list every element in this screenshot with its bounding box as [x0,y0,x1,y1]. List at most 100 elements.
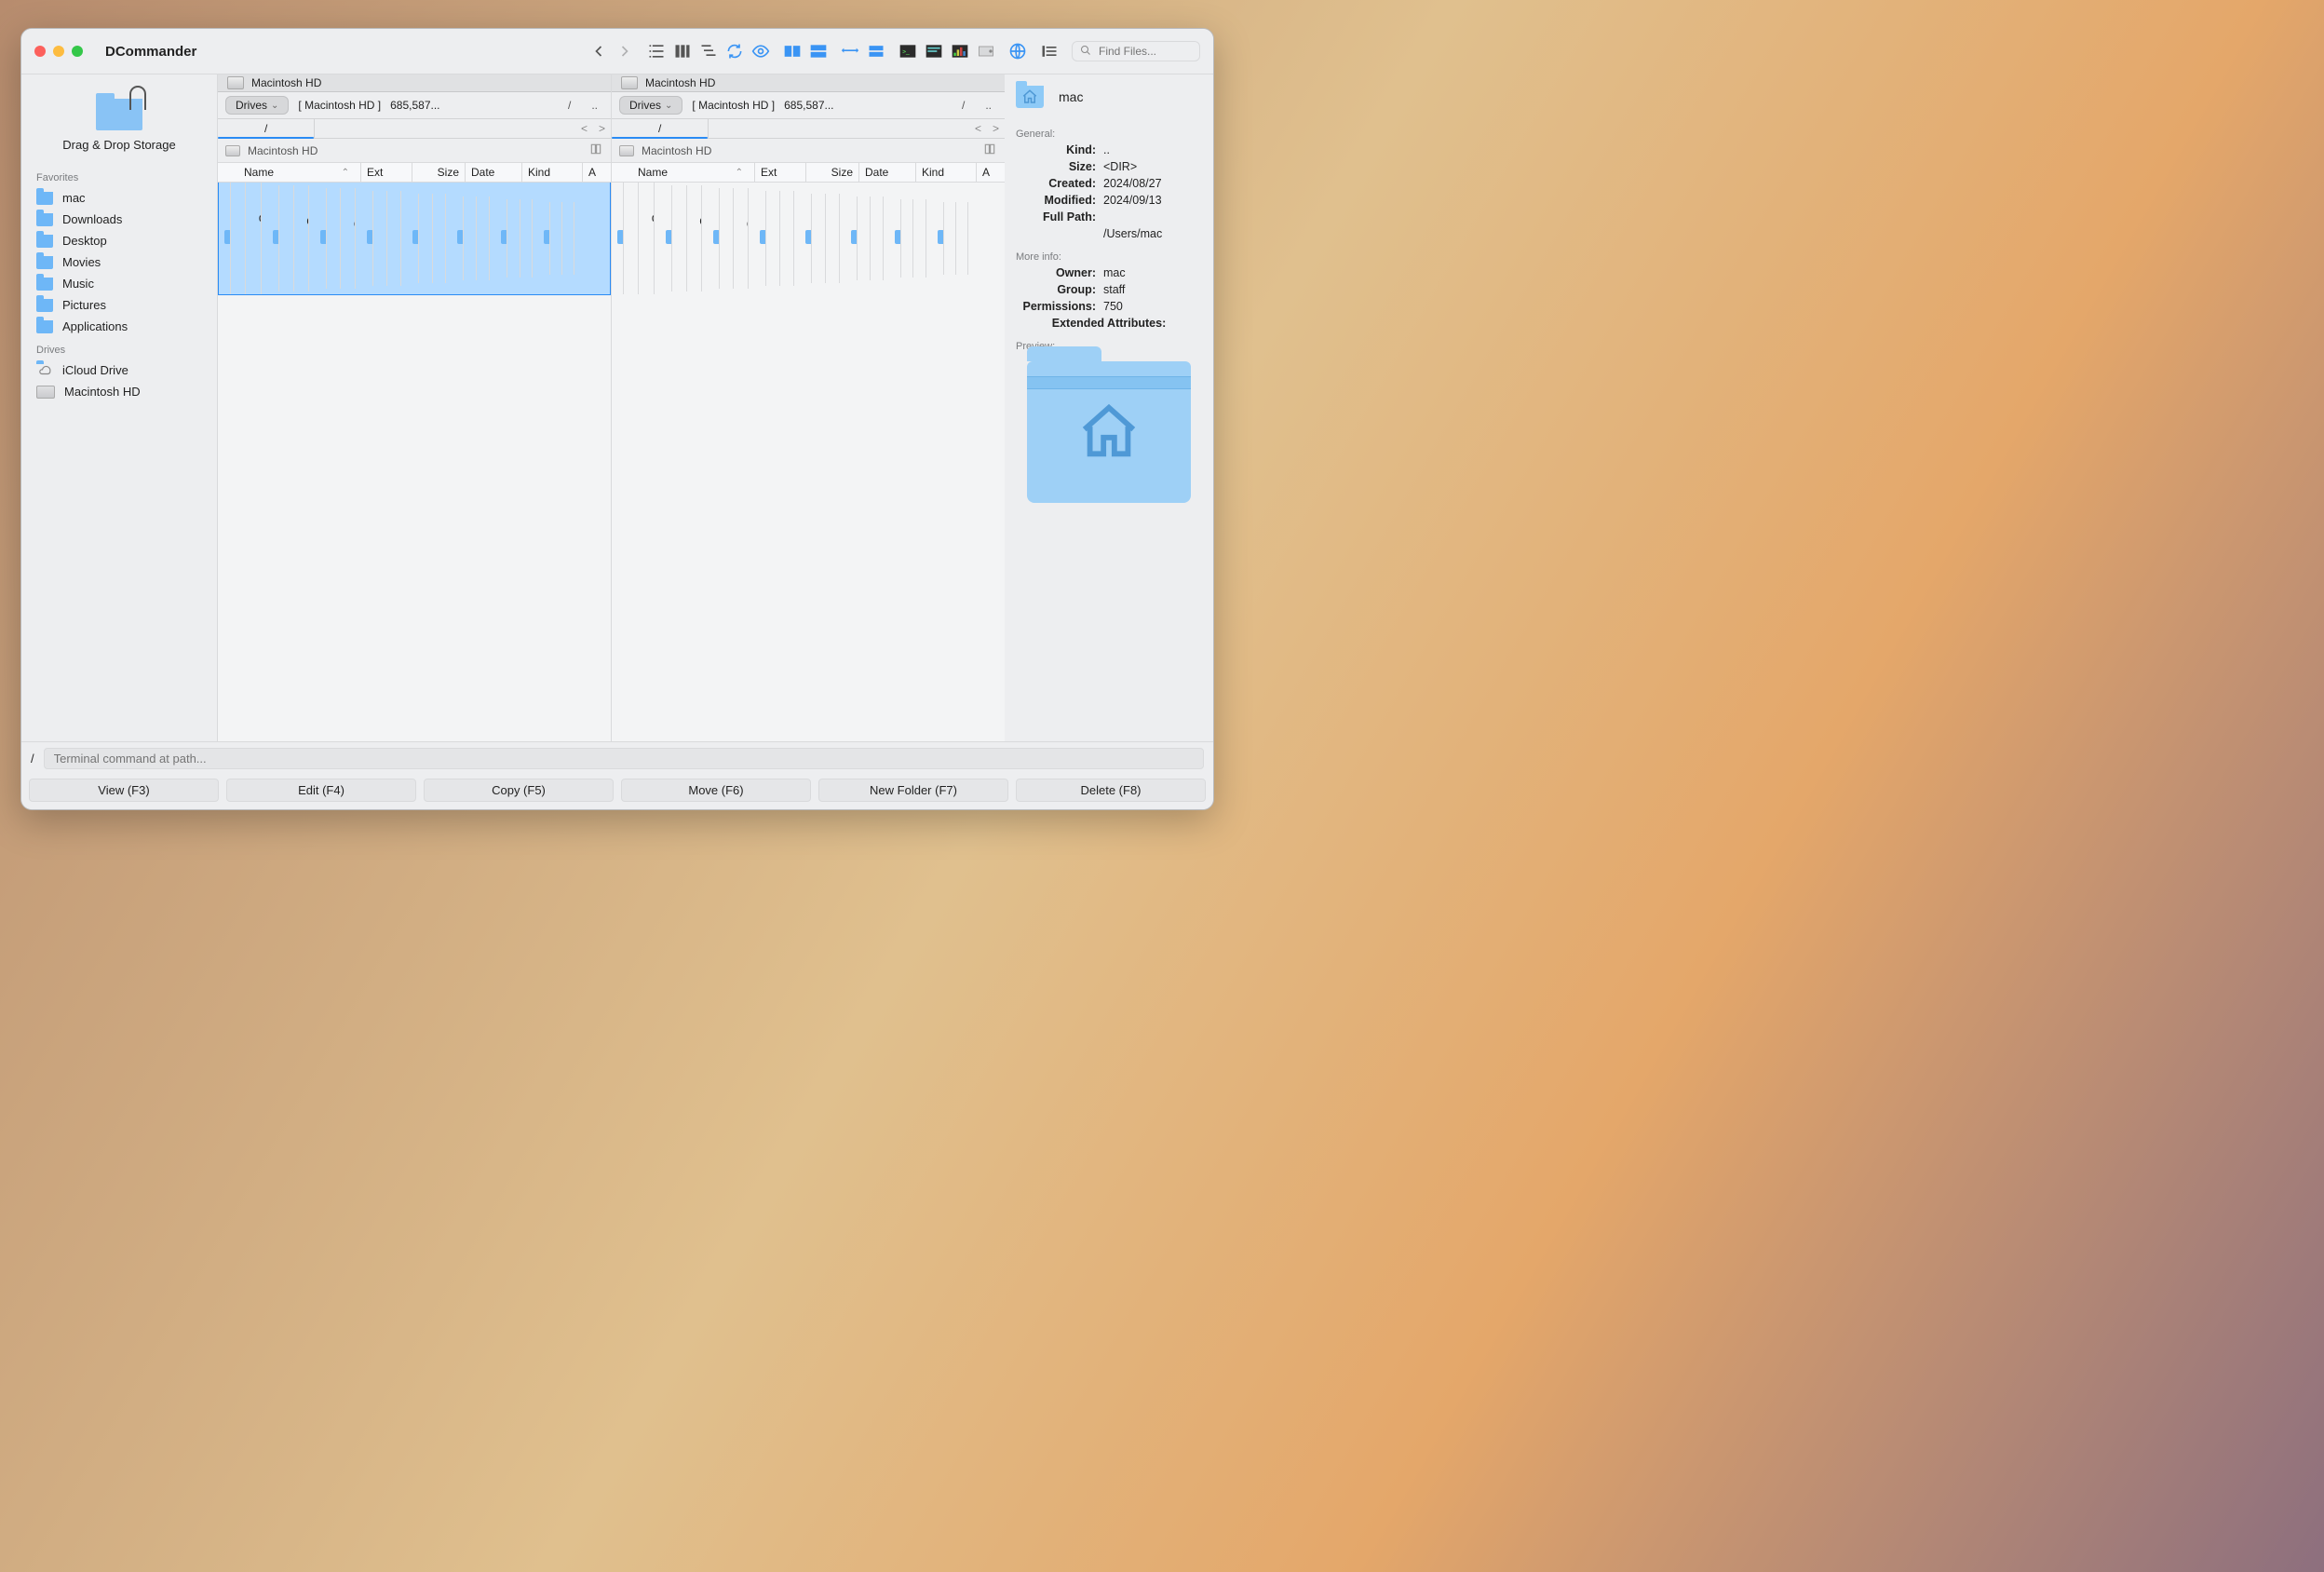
tab-next-icon[interactable]: > [987,122,1005,135]
search-field[interactable] [1072,41,1200,61]
drive-tab[interactable]: Macintosh HD [218,75,611,92]
table-row[interactable]: cores202...FolderdıdevVolu...dıLibrary20… [356,188,599,289]
file-size: 202...Folderdı [780,191,794,286]
table-row[interactable]: sbin202...FolderdıSystem202...FolderdıUs… [574,202,576,275]
drives-dropdown[interactable]: Drives⌄ [225,96,289,115]
pane-tab[interactable]: / [218,119,315,138]
forward-icon[interactable] [615,43,634,60]
eye-icon[interactable] [751,43,770,60]
col-name[interactable]: Name⌃ [612,163,755,182]
sidebar-item-pictures[interactable]: Pictures [21,294,217,316]
split-v-icon[interactable] [809,43,828,60]
file-list[interactable]: .vol202...FolderdıApplications202...Fold… [218,183,611,741]
sidebar-item-mac[interactable]: mac [21,187,217,209]
tab-prev-icon[interactable]: < [969,122,987,135]
zoom-icon[interactable] [72,46,83,57]
col-size[interactable]: Size [806,163,859,182]
new-folder-button[interactable]: New Folder (F7) [818,779,1008,802]
sync-icon[interactable] [725,43,744,60]
globe-icon[interactable] [1008,43,1027,60]
sidebar-drive-macintosh-hd[interactable]: Macintosh HD [21,381,217,402]
copy-button[interactable]: Copy (F5) [424,779,614,802]
table-row[interactable]: Applications202...Folderdıbin202...Folde… [655,183,1005,294]
drives-dropdown[interactable]: Drives⌄ [619,96,682,115]
equal-panes-icon[interactable] [867,43,885,60]
pane-tab[interactable]: / [612,119,709,138]
indent-icon[interactable] [1040,43,1059,60]
hd-icon [227,76,244,89]
table-row[interactable]: opt202...Folderdıprivate202...Folderdısb… [490,196,582,280]
col-size[interactable]: Size [412,163,466,182]
col-attr[interactable]: A [583,163,611,182]
table-row[interactable]: cores202...FolderdıdevVolu...dıLibrary20… [749,188,993,289]
col-name[interactable]: Name⌃ [218,163,361,182]
col-attr[interactable]: A [977,163,1005,182]
split-h-icon[interactable] [783,43,802,60]
terminal-input[interactable] [44,748,1204,769]
sidebar-item-applications[interactable]: Applications [21,316,217,337]
sidebar-item-movies[interactable]: Movies [21,251,217,273]
file-size: 202...Folderdı [246,183,262,294]
file-kind: Folder [786,207,794,220]
outline-view-icon[interactable] [699,43,718,60]
drive-tab[interactable]: Macintosh HD [612,75,1005,92]
bookmark-icon[interactable] [982,142,997,158]
table-row[interactable]: Library202...Folderdıopt202...Folderdıpr… [446,194,588,283]
sidebar-item-music[interactable]: Music [21,273,217,294]
col-kind[interactable]: Kind [916,163,977,182]
view-button[interactable]: View (F3) [29,779,219,802]
file-list[interactable]: .vol202...FolderdıApplications202...Fold… [612,183,1005,741]
table-row[interactable]: Library202...Folderdıopt202...Folderdıpr… [840,194,982,283]
edit-button[interactable]: Edit (F4) [226,779,416,802]
tab-prev-icon[interactable]: < [575,122,593,135]
path-slash[interactable]: / [956,99,970,112]
table-row[interactable]: private202...Folderdısbin202...FolderdıS… [533,199,576,278]
folder-icon [36,299,53,312]
file-ext [672,185,687,291]
table-row[interactable]: bin202...Folderdıcores202...FolderdıdevV… [309,185,604,291]
free-space: 685,587... [784,99,833,112]
file-attr: dı [739,217,749,230]
path-up[interactable]: .. [980,99,997,112]
table-row[interactable]: .vol202...FolderdıApplications202...Fold… [218,183,611,295]
drop-area[interactable]: Drag & Drop Storage [21,82,217,165]
table-row[interactable]: .vol202...FolderdıApplications202...Fold… [612,183,1005,294]
move-button[interactable]: Move (F6) [621,779,811,802]
table-row[interactable]: devVolu...dıLibrary202...Folderdıopt202.… [794,191,988,286]
table-header: Name⌃ExtSizeDateKindA [612,162,1005,183]
col-kind[interactable]: Kind [522,163,583,182]
swap-icon[interactable] [841,43,859,60]
list-view-icon[interactable] [647,43,666,60]
bookmark-icon[interactable] [588,142,603,158]
table-row[interactable]: private202...Folderdısbin202...FolderdıS… [926,199,971,278]
path-up[interactable]: .. [586,99,603,112]
sidebar-drive-icloud-drive[interactable]: iCloud Drive [21,359,217,381]
console-icon[interactable] [925,43,943,60]
col-ext[interactable]: Ext [755,163,806,182]
search-input[interactable] [1097,44,1184,59]
table-row[interactable]: devVolu...dıLibrary202...Folderdıopt202.… [401,191,593,286]
close-icon[interactable] [34,46,46,57]
path-slash[interactable]: / [562,99,576,112]
table-row[interactable]: bin202...Folderdıcores202...FolderdıdevV… [702,185,999,291]
minimize-icon[interactable] [53,46,64,57]
pane-tabs: / <> [218,118,611,139]
disk-util-icon[interactable] [977,43,995,60]
delete-button[interactable]: Delete (F8) [1016,779,1206,802]
sidebar-item-downloads[interactable]: Downloads [21,209,217,230]
activity-icon[interactable] [951,43,969,60]
terminal-icon[interactable]: >_ [899,43,917,60]
col-ext[interactable]: Ext [361,163,412,182]
table-row[interactable]: Applications202...Folderdıbin202...Folde… [262,183,610,294]
back-icon[interactable] [589,43,608,60]
tab-next-icon[interactable]: > [593,122,611,135]
table-row[interactable]: opt202...Folderdıprivate202...Folderdısb… [884,196,977,280]
search-icon [1080,45,1091,59]
col-date[interactable]: Date [859,163,916,182]
sort-asc-icon: ⌃ [736,168,743,178]
table-row[interactable]: sbin202...FolderdıSystem202...FolderdıUs… [968,202,971,275]
sidebar-item-desktop[interactable]: Desktop [21,230,217,251]
file-ext [550,202,562,275]
column-view-icon[interactable] [673,43,692,60]
col-date[interactable]: Date [466,163,522,182]
